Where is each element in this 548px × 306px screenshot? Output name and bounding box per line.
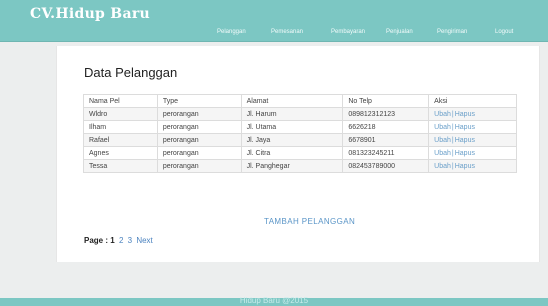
- cell-telp: 6626218: [342, 120, 430, 134]
- pagination-current-page: 1: [110, 236, 115, 245]
- cell-type: perorangan: [156, 133, 242, 147]
- cell-alamat: Jl. Utama: [240, 120, 344, 134]
- delete-link[interactable]: Hapus: [455, 163, 475, 170]
- column-header-telp: No Telp: [342, 94, 430, 108]
- column-header-nama: Nama Pel: [83, 94, 158, 108]
- cell-alamat: Jl. Panghegar: [240, 159, 344, 173]
- column-header-type: Type: [156, 94, 242, 108]
- content-panel: Data Pelanggan Nama Pel Type Alamat No T…: [56, 46, 540, 262]
- pagination-label: Page :: [84, 236, 109, 245]
- nav-pembayaran[interactable]: Pembayaran: [331, 29, 365, 35]
- top-navbar: CV.Hidup Baru Pelanggan Pemesanan Pembay…: [0, 0, 548, 42]
- edit-link[interactable]: Ubah: [434, 124, 451, 131]
- brand-logo[interactable]: CV.Hidup Baru: [30, 6, 150, 22]
- action-separator: |: [451, 136, 454, 144]
- cell-telp: 082453789000: [342, 159, 430, 173]
- customer-table: Nama Pel Type Alamat No Telp Aksi Wldro …: [83, 94, 517, 173]
- nav-logout[interactable]: Logout: [495, 29, 513, 35]
- action-separator: |: [451, 123, 454, 131]
- cell-nama: Agnes: [83, 146, 158, 160]
- cell-telp: 089812312123: [342, 107, 430, 121]
- table-row: Rafael perorangan Jl. Jaya 6678901 Ubah|…: [83, 133, 517, 147]
- cell-nama: Rafael: [83, 133, 158, 147]
- table-header-row: Nama Pel Type Alamat No Telp Aksi: [83, 94, 517, 108]
- page-title: Data Pelanggan: [84, 65, 178, 80]
- nav-penjualan[interactable]: Penjualan: [386, 29, 413, 35]
- cell-aksi: Ubah|Hapus: [428, 133, 517, 147]
- action-separator: |: [451, 162, 454, 170]
- action-separator: |: [451, 110, 454, 118]
- pagination-next[interactable]: Next: [136, 236, 152, 245]
- nav-pemesanan[interactable]: Pemesanan: [271, 29, 303, 35]
- nav-pelanggan[interactable]: Pelanggan: [217, 29, 246, 35]
- pagination-page-3[interactable]: 3: [128, 236, 132, 245]
- cell-aksi: Ubah|Hapus: [428, 159, 517, 173]
- cell-alamat: Jl. Citra: [240, 146, 344, 160]
- main-nav: Pelanggan Pemesanan Pembayaran Penjualan…: [0, 29, 548, 41]
- cell-nama: Tessa: [83, 159, 158, 173]
- cell-nama: Wldro: [83, 107, 158, 121]
- pagination-page-2[interactable]: 2: [119, 236, 123, 245]
- pagination: Page : 1 2 3 Next: [84, 236, 153, 245]
- edit-link[interactable]: Ubah: [434, 137, 451, 144]
- cell-type: perorangan: [156, 120, 242, 134]
- delete-link[interactable]: Hapus: [455, 124, 475, 131]
- footer-bar: Hidup Baru @2015: [0, 296, 548, 306]
- delete-link[interactable]: Hapus: [455, 111, 475, 118]
- cell-alamat: Jl. Jaya: [240, 133, 344, 147]
- add-customer-link[interactable]: TAMBAH PELANGGAN: [264, 217, 355, 226]
- cell-alamat: Jl. Harum: [240, 107, 344, 121]
- cell-aksi: Ubah|Hapus: [428, 120, 517, 134]
- edit-link[interactable]: Ubah: [434, 150, 451, 157]
- cell-telp: 6678901: [342, 133, 430, 147]
- table-row: Ilham perorangan Jl. Utama 6626218 Ubah|…: [83, 120, 517, 134]
- action-separator: |: [451, 149, 454, 157]
- edit-link[interactable]: Ubah: [434, 111, 451, 118]
- delete-link[interactable]: Hapus: [455, 150, 475, 157]
- cell-aksi: Ubah|Hapus: [428, 146, 517, 160]
- cell-telp: 081323245211: [342, 146, 430, 160]
- cell-nama: Ilham: [83, 120, 158, 134]
- table-row: Agnes perorangan Jl. Citra 081323245211 …: [83, 146, 517, 160]
- column-header-aksi: Aksi: [428, 94, 517, 108]
- cell-type: perorangan: [156, 146, 242, 160]
- column-header-alamat: Alamat: [240, 94, 344, 108]
- nav-pengiriman[interactable]: Pengiriman: [437, 29, 467, 35]
- table-row: Wldro perorangan Jl. Harum 089812312123 …: [83, 107, 517, 121]
- cell-aksi: Ubah|Hapus: [428, 107, 517, 121]
- delete-link[interactable]: Hapus: [455, 137, 475, 144]
- edit-link[interactable]: Ubah: [434, 163, 451, 170]
- cell-type: perorangan: [156, 107, 242, 121]
- table-row: Tessa perorangan Jl. Panghegar 082453789…: [83, 159, 517, 173]
- cell-type: perorangan: [156, 159, 242, 173]
- footer-text: Hidup Baru @2015: [239, 296, 309, 305]
